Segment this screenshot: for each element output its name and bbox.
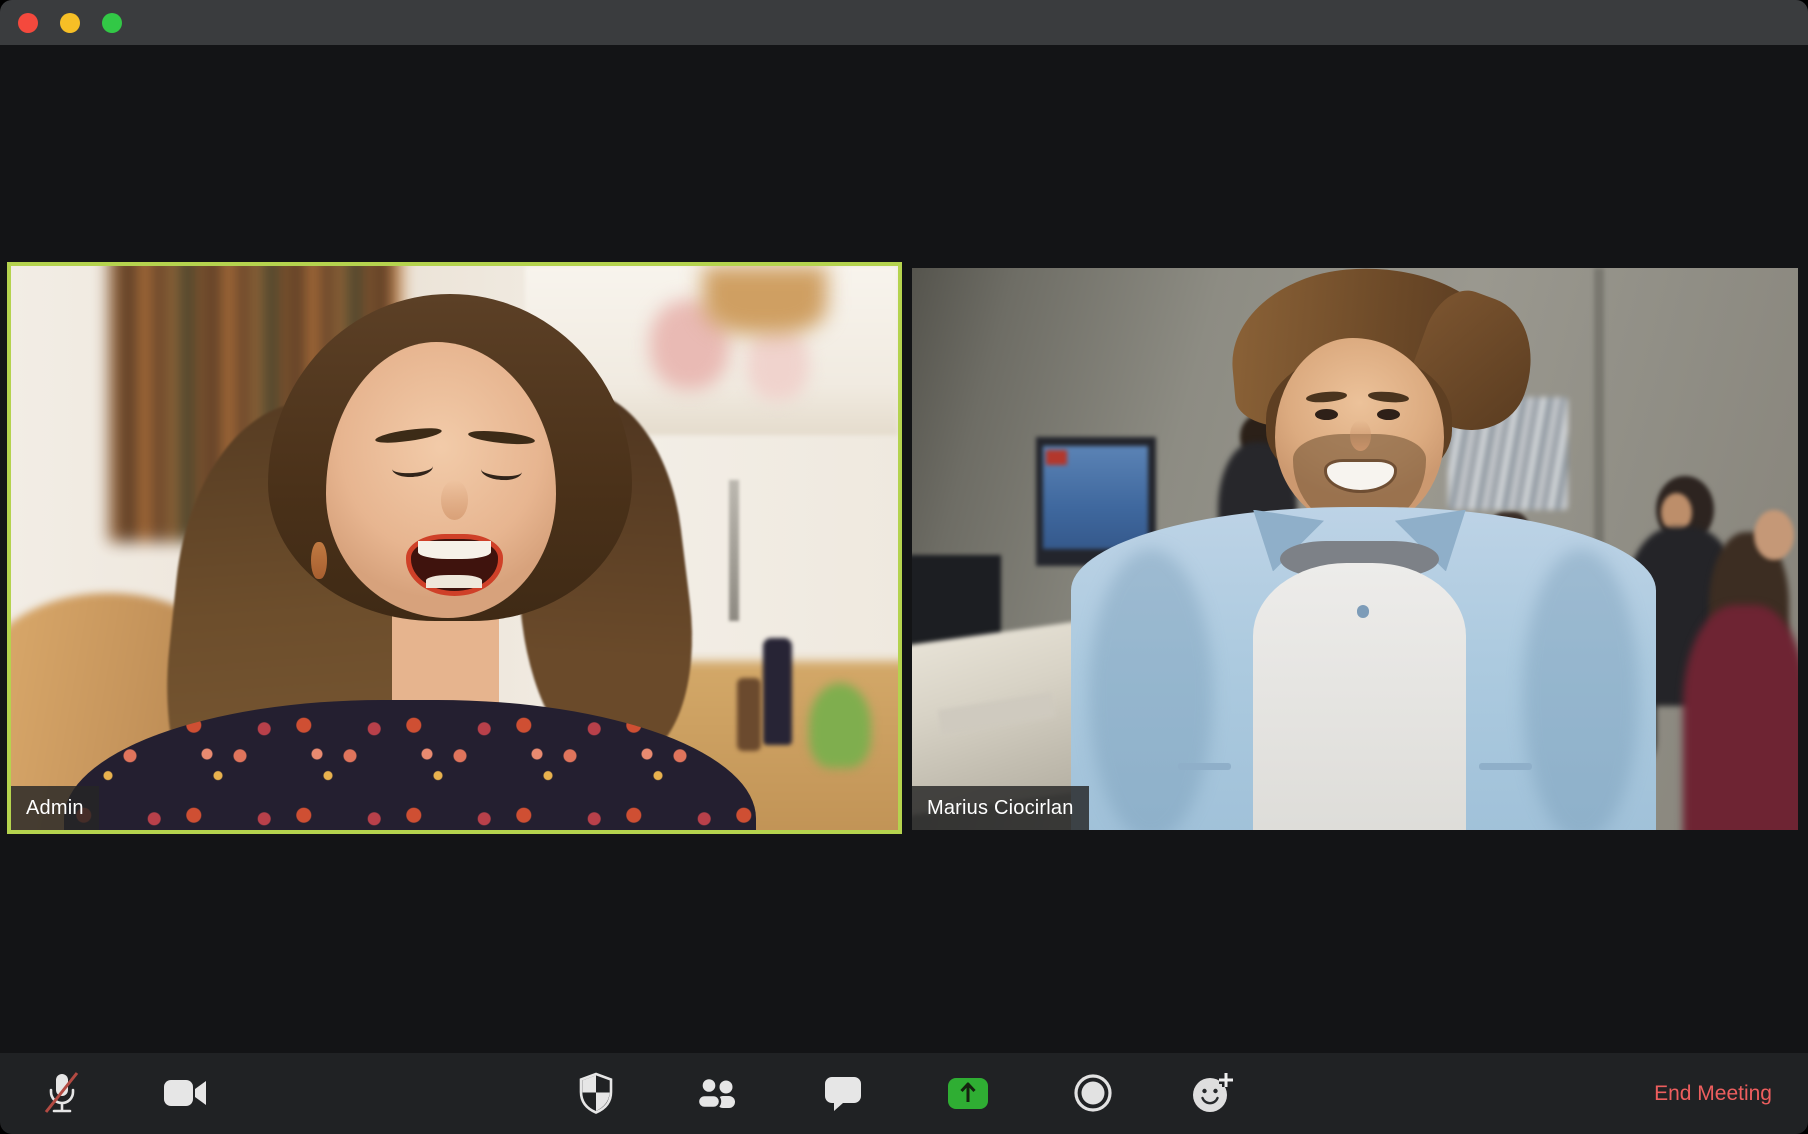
end-meeting-button[interactable]: End Meeting [1654,1053,1772,1134]
video-tile-admin[interactable]: Admin [7,262,902,834]
meeting-toolbar: End Meeting [0,1053,1808,1134]
microphone-muted-icon [42,1070,82,1116]
reactions-button[interactable] [1190,1070,1236,1116]
video-feed-admin [11,266,898,830]
video-feed-marius [912,268,1798,830]
mute-button[interactable] [39,1070,85,1116]
video-tile-marius[interactable]: Marius Ciocirlan [912,268,1798,830]
participants-icon [695,1076,741,1110]
participants-button[interactable] [695,1070,741,1116]
chat-button[interactable] [820,1070,866,1116]
record-button[interactable] [1070,1070,1116,1116]
share-screen-button[interactable] [945,1070,991,1116]
fullscreen-window-button[interactable] [102,13,122,33]
participant-name-label: Marius Ciocirlan [912,786,1089,830]
chat-bubble-icon [823,1074,863,1112]
meeting-window: Admin [0,0,1808,1134]
participant-name-label: Admin [11,786,99,830]
security-shield-icon [577,1072,615,1114]
close-window-button[interactable] [18,13,38,33]
record-circle-icon [1073,1073,1113,1113]
start-video-button[interactable] [162,1070,208,1116]
security-button[interactable] [573,1070,619,1116]
reactions-smiley-plus-icon [1190,1071,1236,1115]
video-camera-icon [162,1077,208,1109]
share-screen-arrow-icon [959,1082,977,1104]
titlebar [0,0,1808,45]
share-screen-pill [948,1078,988,1109]
minimize-window-button[interactable] [60,13,80,33]
